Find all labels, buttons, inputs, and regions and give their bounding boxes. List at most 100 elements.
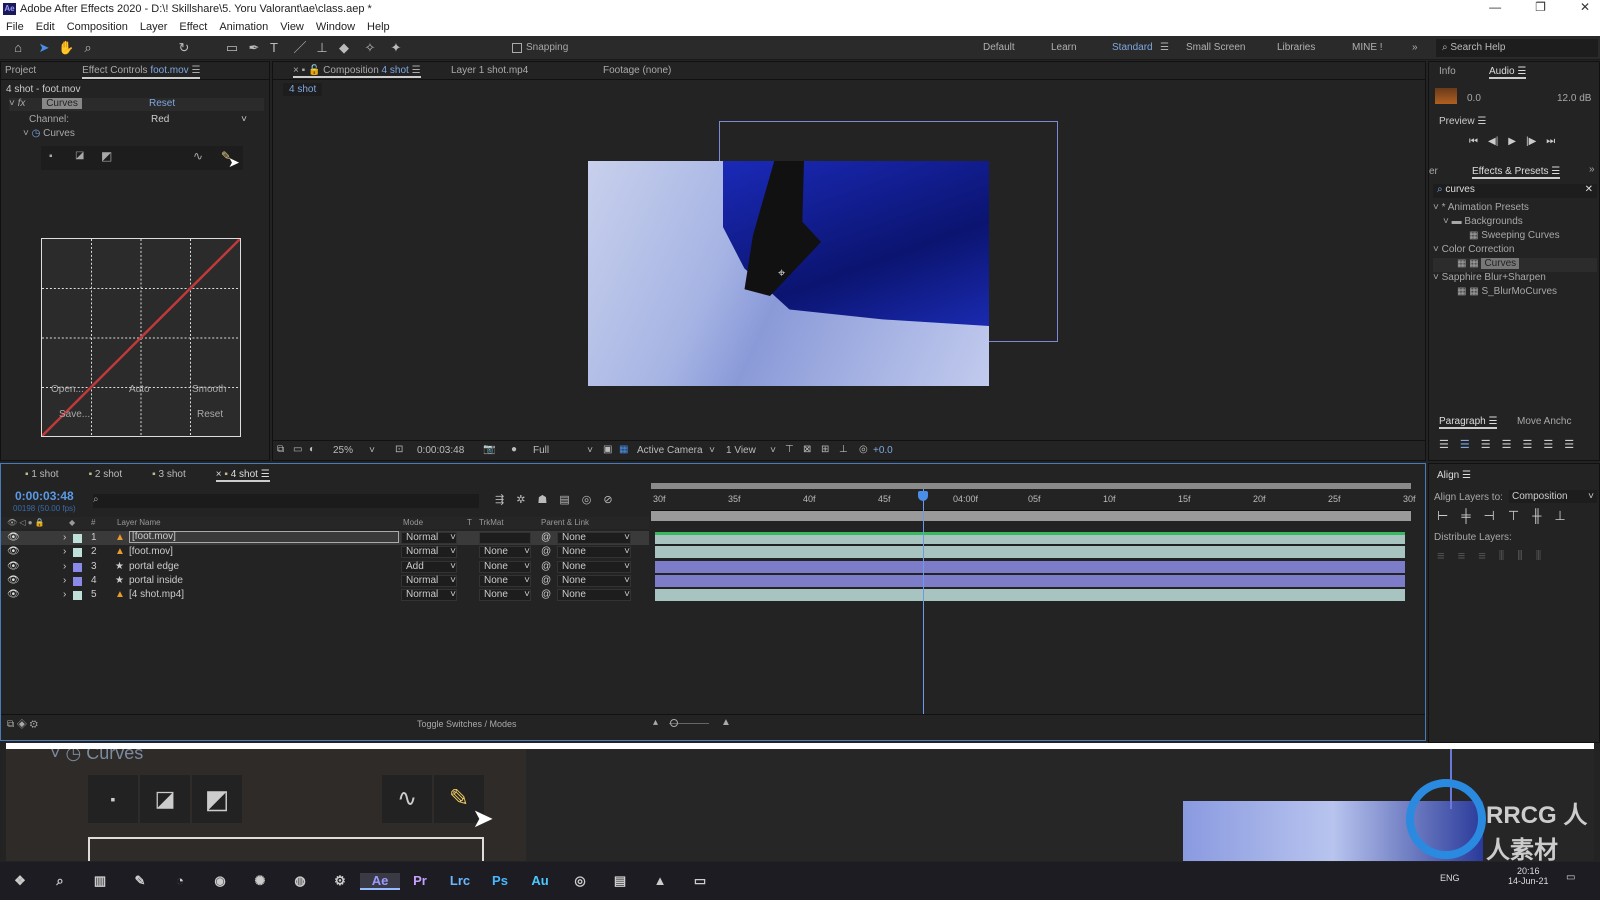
comp-breadcrumb[interactable]: 4 shot <box>283 83 323 96</box>
layer-duration-bar[interactable] <box>655 532 1405 544</box>
curves-graph[interactable] <box>41 238 241 437</box>
visibility-eye-icon[interactable]: 👁 <box>7 574 20 588</box>
tab-layer[interactable]: Layer 1 shot.mp4 <box>451 62 528 80</box>
menu-layer[interactable]: Layer <box>140 18 168 36</box>
tab-audio[interactable]: Audio ☰ <box>1489 66 1527 79</box>
label-color-swatch[interactable] <box>73 576 82 586</box>
align-left-edges-icon[interactable]: ⊢ <box>1437 508 1448 524</box>
curves-property[interactable]: ˅ ◷ Curves <box>23 128 75 139</box>
curves-auto-button[interactable]: Auto <box>129 384 150 395</box>
clone-stamp-tool-icon[interactable]: ⊥ <box>314 40 330 56</box>
effect-reset-link[interactable]: Reset <box>149 98 175 109</box>
always-preview-icon[interactable]: ⧉ <box>277 444 284 455</box>
search-help-input[interactable]: ⌕ Search Help <box>1436 39 1598 57</box>
taskbar-app-icon[interactable]: ▲ <box>640 873 680 890</box>
justify-all-icon[interactable]: ☰ <box>1564 438 1574 451</box>
distribute-v-center-icon[interactable]: ≡ <box>1458 548 1466 564</box>
distribute-h-center-icon[interactable]: ⫴ <box>1517 548 1522 564</box>
fast-preview-icon[interactable]: ⊠ <box>803 444 811 455</box>
effects-search-input[interactable]: ⌕ curves ✕ <box>1433 184 1597 198</box>
camera-dropdown[interactable]: Active Camera ˅ <box>637 445 715 456</box>
more-panels-icon[interactable]: » <box>1589 164 1595 175</box>
parent-pickwhip-icon[interactable]: @ <box>541 574 551 588</box>
menu-view[interactable]: View <box>280 18 304 36</box>
tree-item-curves[interactable]: ▦ ▦ Curves <box>1433 258 1597 272</box>
menu-effect[interactable]: Effect <box>179 18 207 36</box>
mode-dropdown[interactable]: Normal ˅ <box>401 574 457 587</box>
tree-item-s-blurmocurves[interactable]: ▦ ▦ S_BlurMoCurves <box>1433 286 1597 300</box>
taskbar-app-icon[interactable]: Lrc <box>440 873 480 890</box>
comp-viewer-frame[interactable]: ⌖ <box>588 161 989 386</box>
tab-info[interactable]: Info <box>1439 66 1456 77</box>
effect-header-curves[interactable]: ˅ fx Curves Reset <box>9 98 264 111</box>
parent-dropdown[interactable]: None ˅ <box>557 532 631 544</box>
draft-3d-icon[interactable]: ✲ <box>516 493 525 506</box>
tree-item-animation-presets[interactable]: ˅ * Animation Presets <box>1433 202 1597 216</box>
views-dropdown[interactable]: 1 View ˅ <box>726 445 776 456</box>
visibility-eye-icon[interactable]: 👁 <box>7 588 20 602</box>
color-channel-icon[interactable]: ● <box>511 444 517 455</box>
curves-smooth-button[interactable]: Smooth <box>192 384 226 395</box>
align-right-icon[interactable]: ☰ <box>1481 438 1491 451</box>
trkmat-dropdown[interactable]: None ˅ <box>479 560 531 573</box>
label-color-swatch[interactable] <box>73 534 82 543</box>
tab-project[interactable]: Project <box>5 62 36 79</box>
play-icon[interactable]: ▶ <box>1508 136 1516 147</box>
taskbar-app-icon[interactable]: Ae <box>360 872 400 890</box>
layer-row[interactable]: 👁 › 1 ▲ [foot.mov] Normal ˅ @ None ˅ <box>1 531 649 545</box>
frame-blending-icon[interactable]: ▤ <box>559 493 569 506</box>
layer-search-input[interactable]: ⌕ <box>93 494 479 508</box>
tab-1-shot[interactable]: ▪ 1 shot <box>25 469 59 482</box>
cut-tab-label[interactable]: er <box>1429 166 1438 177</box>
column-parent[interactable]: Parent & Link <box>541 517 589 529</box>
parent-dropdown[interactable]: None ˅ <box>557 589 631 602</box>
workspace-menu-icon[interactable]: ☰ <box>1160 42 1169 53</box>
system-clock[interactable]: 20:16 14-Jun-21 <box>1508 866 1549 886</box>
zoom-tool-icon[interactable]: ⌕ <box>80 40 96 56</box>
justify-center-icon[interactable]: ☰ <box>1523 438 1533 451</box>
taskbar-app-icon[interactable]: ◔ <box>160 873 200 890</box>
workspace-standard[interactable]: Standard <box>1112 42 1153 53</box>
tab-4-shot[interactable]: × ▪ 4 shot ☰ <box>215 469 270 482</box>
parent-pickwhip-icon[interactable]: @ <box>541 531 551 545</box>
rotate-tool-icon[interactable]: ↻ <box>176 40 192 56</box>
expand-arrow-icon[interactable]: › <box>63 560 66 574</box>
expand-arrow-icon[interactable]: › <box>63 545 66 559</box>
trkmat-dropdown[interactable]: None ˅ <box>479 546 531 559</box>
tab-footage[interactable]: Footage (none) <box>603 62 671 80</box>
mode-dropdown[interactable]: Normal ˅ <box>401 589 457 602</box>
taskbar-app-icon[interactable]: Ps <box>480 873 520 890</box>
taskbar-app-icon[interactable]: ▥ <box>80 873 120 890</box>
text-tool-icon[interactable]: T <box>266 40 282 56</box>
notifications-icon[interactable]: ▭ <box>1566 872 1575 883</box>
layer-name[interactable]: [foot.mov] <box>129 545 173 559</box>
parent-dropdown[interactable]: None ˅ <box>557 574 631 587</box>
taskbar-app-icon[interactable]: ⌕ <box>40 873 80 890</box>
comp-flowchart-icon[interactable]: ⇶ <box>495 493 504 506</box>
tab-effect-controls[interactable]: Effect Controls foot.mov ☰ <box>82 62 201 79</box>
column-layer-name[interactable]: Layer Name <box>117 517 161 529</box>
visibility-eye-icon[interactable]: 👁 <box>7 531 20 545</box>
justify-right-icon[interactable]: ☰ <box>1543 438 1553 451</box>
zoom-out-icon[interactable]: ▴ <box>653 717 658 728</box>
visibility-eye-icon[interactable]: 👁 <box>7 560 20 574</box>
layer-switches-toggle-icon[interactable]: ⧉ ◈ ⚙ <box>7 719 38 730</box>
tree-item-color-correction[interactable]: ˅ Color Correction <box>1433 244 1597 258</box>
parent-pickwhip-icon[interactable]: @ <box>541 560 551 574</box>
home-icon[interactable]: ⌂ <box>10 40 26 56</box>
align-bottom-edges-icon[interactable]: ⊥ <box>1554 508 1565 524</box>
layer-row[interactable]: 👁 › 3 ★ portal edge Add ˅ None ˅ @ None ˅ <box>1 560 649 574</box>
taskbar-app-icon[interactable]: ✺ <box>240 873 280 890</box>
taskbar-app-icon[interactable]: Au <box>520 873 560 890</box>
tab-2-shot[interactable]: ▪ 2 shot <box>89 469 123 482</box>
toggle-mask-icon[interactable]: ▦ <box>619 444 628 455</box>
menu-window[interactable]: Window <box>316 18 355 36</box>
menu-composition[interactable]: Composition <box>67 18 128 36</box>
workspace-small-screen[interactable]: Small Screen <box>1186 42 1245 53</box>
tab-effects-presets[interactable]: Effects & Presets ☰ <box>1472 166 1561 179</box>
snapshot-icon[interactable]: 📷 <box>483 444 495 455</box>
tab-move-anchor[interactable]: Move Anchc <box>1517 416 1571 427</box>
taskbar-app-icon[interactable]: ◉ <box>200 873 240 890</box>
column-mode[interactable]: Mode <box>403 517 423 529</box>
taskbar-app-icon[interactable]: ✎ <box>120 873 160 890</box>
